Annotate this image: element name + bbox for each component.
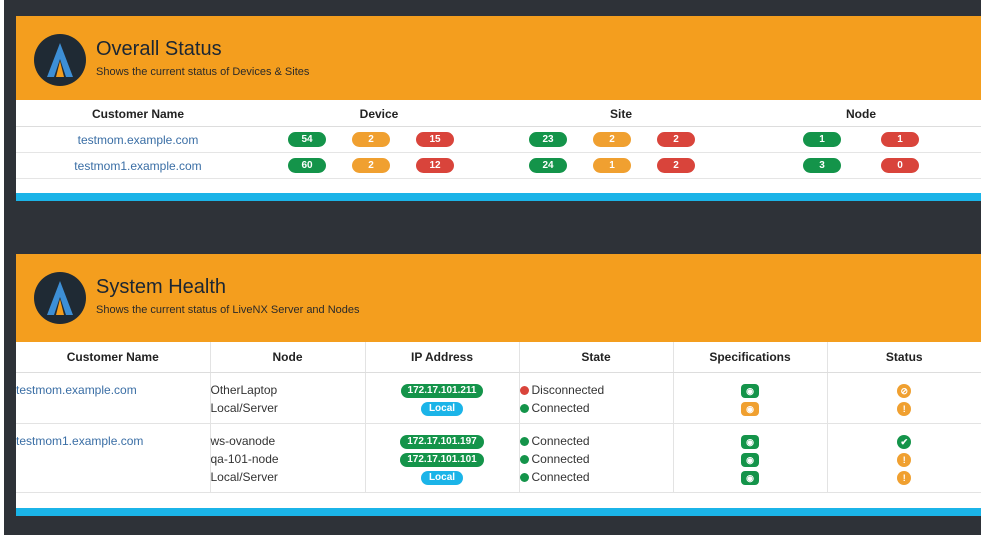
circle-dot-icon[interactable]: ◉ <box>741 452 759 467</box>
column-header-customer: Customer Name <box>16 342 211 373</box>
ip-address-badge: 172.17.101.101 <box>400 452 484 467</box>
site-error-badge[interactable]: 2 <box>657 132 695 147</box>
customer-link[interactable]: testmom1.example.com <box>74 159 201 173</box>
device-error-badge[interactable]: 12 <box>416 158 454 173</box>
overall-status-subtitle: Shows the current status of Devices & Si… <box>96 66 310 78</box>
node-name: OtherLaptop <box>210 383 278 397</box>
state-text: Connected <box>531 452 590 466</box>
ban-icon[interactable]: ⊘ <box>897 383 912 398</box>
node-error-badge[interactable]: 1 <box>881 132 919 147</box>
system-health-title: System Health <box>96 276 227 298</box>
ip-address-badge: 172.17.101.211 <box>400 383 484 398</box>
node-name: Local/Server <box>210 401 278 415</box>
column-header-node: Node <box>210 342 366 373</box>
status-dot-icon <box>519 437 529 447</box>
table-row: testmom1.example.com 60 2 12 24 1 2 3 0 <box>16 153 981 179</box>
overall-status-panel: Overall Status Shows the current status … <box>16 16 981 201</box>
overall-status-header: Overall Status Shows the current status … <box>16 16 981 100</box>
device-error-badge[interactable]: 15 <box>416 132 454 147</box>
node-error-badge[interactable]: 0 <box>881 158 919 173</box>
device-ok-badge[interactable]: 60 <box>288 158 326 173</box>
system-health-header: System Health Shows the current status o… <box>16 254 981 342</box>
column-header-ip: IP Address <box>365 342 520 373</box>
site-ok-badge[interactable]: 23 <box>529 132 567 147</box>
state-text: Connected <box>531 434 590 448</box>
local-badge: Local <box>420 470 464 485</box>
device-ok-badge[interactable]: 54 <box>288 132 326 147</box>
status-dot-icon <box>519 455 529 465</box>
site-warning-badge[interactable]: 1 <box>593 158 631 173</box>
warning-icon[interactable]: ! <box>897 470 912 485</box>
check-icon[interactable]: ✔ <box>897 434 912 449</box>
site-ok-badge[interactable]: 24 <box>529 158 567 173</box>
column-header-status: Status <box>827 342 981 373</box>
customer-link[interactable]: testmom1.example.com <box>16 432 210 450</box>
site-warning-badge[interactable]: 2 <box>593 132 631 147</box>
node-name: ws-ovanode <box>210 434 276 448</box>
system-health-subtitle: Shows the current status of LiveNX Serve… <box>96 304 360 316</box>
column-header-customer: Customer Name <box>91 107 185 121</box>
column-header-specifications: Specifications <box>673 342 828 373</box>
node-ok-badge[interactable]: 1 <box>803 132 841 147</box>
warning-icon[interactable]: ! <box>897 452 912 467</box>
status-dot-icon <box>519 404 529 414</box>
state-text: Connected <box>531 401 590 415</box>
column-header-state: State <box>519 342 674 373</box>
livenx-logo <box>34 34 86 86</box>
circle-dot-icon[interactable]: ◉ <box>741 383 759 398</box>
livenx-logo <box>34 272 86 324</box>
column-header-node: Node <box>846 107 876 121</box>
ip-address-badge: 172.17.101.197 <box>400 434 484 449</box>
table-row: testmom.example.com 54 2 15 23 2 2 1 1 <box>16 127 981 153</box>
node-name: qa-101-node <box>210 452 279 466</box>
state-text: Connected <box>531 470 590 484</box>
panel-footer-bar <box>16 508 981 516</box>
table-row: testmom.example.com OtherLaptop Local/Se… <box>16 372 981 424</box>
customer-link[interactable]: testmom.example.com <box>16 381 210 399</box>
dashboard-background: Overall Status Shows the current status … <box>4 0 981 535</box>
table-header-row: Customer Name Node IP Address State Spec… <box>16 342 981 373</box>
table-row: testmom1.example.com ws-ovanode qa-101-n… <box>16 423 981 493</box>
overall-status-title: Overall Status <box>96 38 222 60</box>
local-badge: Local <box>420 401 464 416</box>
circle-dot-icon[interactable]: ◉ <box>741 470 759 485</box>
device-warning-badge[interactable]: 2 <box>352 132 390 147</box>
system-health-table: Customer Name Node IP Address State Spec… <box>16 342 981 493</box>
table-header-row: Customer Name Device Site Node <box>16 100 981 127</box>
system-health-panel: System Health Shows the current status o… <box>16 254 981 516</box>
overall-status-table: Customer Name Device Site Node testmom.e… <box>16 100 981 179</box>
circle-dot-icon[interactable]: ◉ <box>741 434 759 449</box>
device-warning-badge[interactable]: 2 <box>352 158 390 173</box>
site-error-badge[interactable]: 2 <box>657 158 695 173</box>
column-header-site: Site <box>609 107 633 121</box>
circle-dot-icon[interactable]: ◉ <box>741 401 759 416</box>
state-text: Disconnected <box>531 383 605 397</box>
column-header-device: Device <box>359 107 399 121</box>
customer-link[interactable]: testmom.example.com <box>78 133 199 147</box>
node-ok-badge[interactable]: 3 <box>803 158 841 173</box>
status-dot-icon <box>519 473 529 483</box>
warning-icon[interactable]: ! <box>897 401 912 416</box>
status-dot-icon <box>519 386 529 396</box>
node-name: Local/Server <box>210 470 278 484</box>
panel-footer-bar <box>16 193 981 201</box>
